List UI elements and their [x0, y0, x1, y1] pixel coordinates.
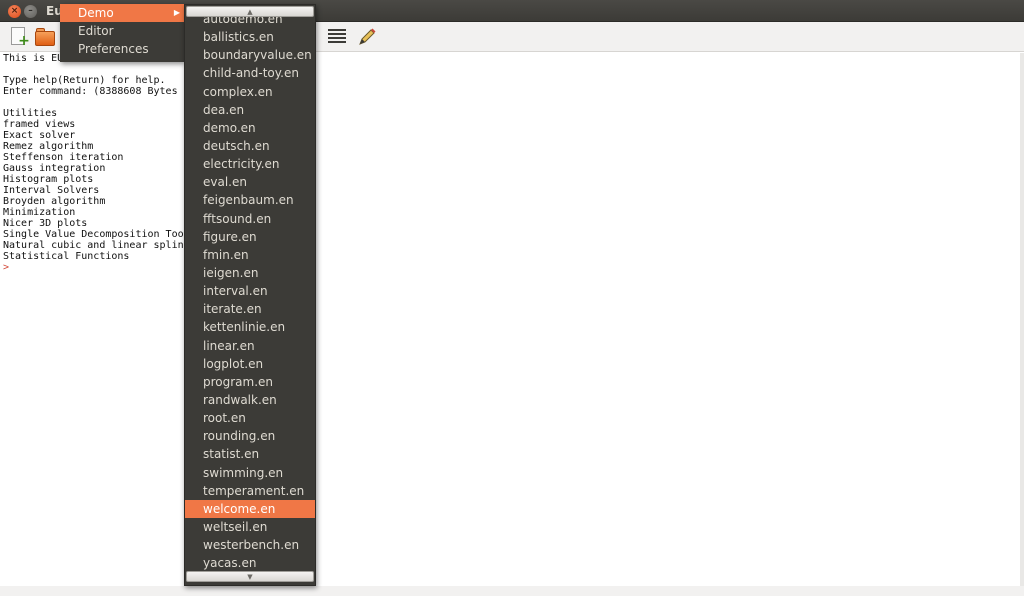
submenu-item[interactable]: feigenbaum.en	[185, 191, 315, 209]
console-line: Enter command: (8388608 Bytes fre	[3, 86, 202, 97]
submenu-item[interactable]: rounding.en	[185, 427, 315, 445]
submenu-item[interactable]: deutsch.en	[185, 137, 315, 155]
submenu-item[interactable]: demo.en	[185, 119, 315, 137]
console-line: Remez algorithm	[3, 141, 94, 152]
submenu-item[interactable]: complex.en	[185, 83, 315, 101]
console-line: Interval Solvers	[3, 185, 100, 196]
submenu-item[interactable]: child-and-toy.en	[185, 64, 315, 82]
list-icon[interactable]	[328, 29, 346, 45]
submenu-item[interactable]: figure.en	[185, 228, 315, 246]
submenu-item[interactable]: program.en	[185, 373, 315, 391]
submenu-item[interactable]: interval.en	[185, 282, 315, 300]
console-line: Natural cubic and linear splines	[3, 240, 196, 251]
menu-item-label: Demo	[78, 6, 114, 20]
console-line: Exact solver	[3, 130, 76, 141]
console-line: Statistical Functions	[3, 251, 130, 262]
submenu-item[interactable]: randwalk.en	[185, 391, 315, 409]
console-line: Broyden algorithm	[3, 196, 106, 207]
submenu-scroll-up-button[interactable]: ▲	[186, 6, 314, 17]
submenu-item[interactable]: statist.en	[185, 445, 315, 463]
submenu-item[interactable]: fftsound.en	[185, 210, 315, 228]
new-document-icon[interactable]: +	[8, 26, 30, 48]
menu-item-demo[interactable]: Demo ▶	[60, 4, 184, 22]
console-line: Utilities	[3, 108, 58, 119]
submenu-item[interactable]: swimming.en	[185, 464, 315, 482]
submenu-item[interactable]: weltseil.en	[185, 518, 315, 536]
minimize-window-button[interactable]: –	[24, 5, 37, 18]
console-line: Single Value Decomposition Tools	[3, 229, 196, 240]
console-line: Type help(Return) for help.	[3, 75, 166, 86]
menu-item-editor[interactable]: Editor	[60, 22, 184, 40]
submenu-item[interactable]: fmin.en	[185, 246, 315, 264]
submenu-item[interactable]: root.en	[185, 409, 315, 427]
submenu-item[interactable]: welcome.en	[185, 499, 315, 518]
submenu-item[interactable]: logplot.en	[185, 355, 315, 373]
console-scrollbar[interactable]	[1020, 53, 1024, 586]
submenu-item[interactable]: eval.en	[185, 173, 315, 191]
menu-item-label: Editor	[78, 24, 114, 38]
console-line: framed views	[3, 119, 76, 130]
open-folder-icon[interactable]	[34, 26, 56, 48]
console-line: Gauss integration	[3, 163, 106, 174]
submenu-item[interactable]: linear.en	[185, 337, 315, 355]
submenu-item[interactable]: boundaryvalue.en	[185, 46, 315, 64]
submenu-arrow-icon: ▶	[173, 8, 180, 17]
submenu-scroll-down-button[interactable]: ▼	[186, 571, 314, 582]
app-window: × – Eu + This is EU Type help(Return) for…	[0, 0, 1024, 596]
menu-item-label: Preferences	[78, 42, 149, 56]
submenu-item[interactable]: kettenlinie.en	[185, 318, 315, 336]
submenu-item[interactable]: iterate.en	[185, 300, 315, 318]
console-line: Nicer 3D plots	[3, 218, 88, 229]
menu-item-preferences[interactable]: Preferences	[60, 40, 184, 58]
app-menu: Demo ▶ Editor Preferences	[60, 4, 184, 62]
console-line: Steffenson iteration	[3, 152, 124, 163]
pencil-icon[interactable]	[356, 26, 378, 48]
console-line: Histogram plots	[3, 174, 94, 185]
submenu-item[interactable]: temperament.en	[185, 482, 315, 500]
submenu-item[interactable]: dea.en	[185, 101, 315, 119]
submenu-item[interactable]: ieigen.en	[185, 264, 315, 282]
submenu-item[interactable]: westerbench.en	[185, 536, 315, 554]
demo-submenu: autodemo.en ballistics.en boundaryvalue.en…	[184, 4, 316, 586]
console-prompt[interactable]: >	[3, 262, 1020, 273]
submenu-item[interactable]: yacas.en	[185, 554, 315, 572]
submenu-item[interactable]: ballistics.en	[185, 28, 315, 46]
command-console[interactable]: This is EU Type help(Return) for help. Ent…	[0, 53, 1020, 586]
console-line: Minimization	[3, 207, 76, 218]
status-strip	[0, 586, 1024, 596]
demo-file-list: autodemo.en ballistics.en boundaryvalue.en…	[185, 10, 315, 572]
submenu-item[interactable]: electricity.en	[185, 155, 315, 173]
close-window-button[interactable]: ×	[8, 5, 21, 18]
